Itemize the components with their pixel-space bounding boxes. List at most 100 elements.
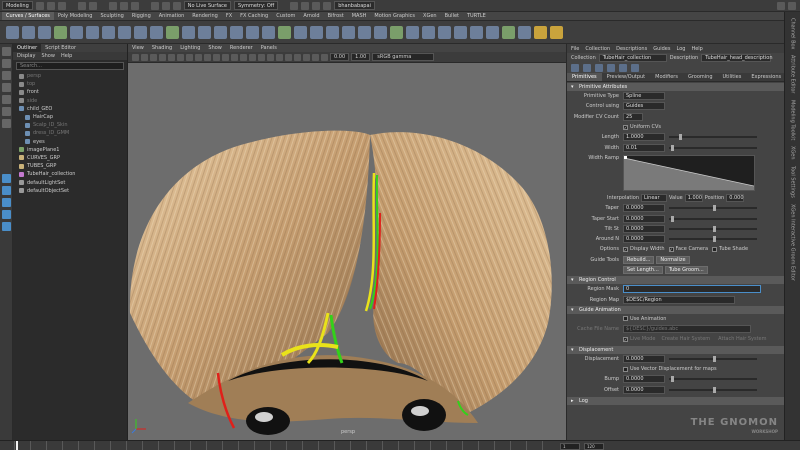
shelf-tab-turtle[interactable]: TURTLE <box>463 12 490 20</box>
cache-file-field[interactable]: ${DESC}/guides.abc <box>623 325 751 334</box>
outliner-item[interactable]: dress_ID_GMM <box>13 129 127 137</box>
align-surface-icon[interactable] <box>438 25 451 39</box>
section-displacement[interactable]: Displacement <box>567 345 784 354</box>
outliner-menu-display[interactable]: Display <box>17 53 35 59</box>
width-ramp-graph[interactable] <box>623 154 755 191</box>
xray-icon[interactable] <box>312 53 319 61</box>
live-mode-checkbox[interactable]: ✓ <box>623 336 628 342</box>
isolate-select-icon[interactable] <box>303 53 310 61</box>
shelf-tab-motion-graphics[interactable]: Motion Graphics <box>370 12 419 20</box>
shelf-tab-sculpting[interactable]: Sculpting <box>96 12 127 20</box>
outliner-item[interactable]: defaultLightSet <box>13 178 127 186</box>
move-tool-icon[interactable] <box>2 83 11 92</box>
outliner-search-input[interactable]: Search... <box>16 62 124 70</box>
trim-tool-icon[interactable] <box>502 25 515 39</box>
shelf-tab-mash[interactable]: MASH <box>348 12 371 20</box>
open-close-surface-icon[interactable] <box>454 25 467 39</box>
xgen-menu-guides[interactable]: Guides <box>653 46 670 52</box>
clear-preview-icon[interactable] <box>619 64 627 72</box>
add-primitive-icon[interactable] <box>583 64 591 72</box>
shelf-tab-arnold[interactable]: Arnold <box>299 12 323 20</box>
width-field[interactable]: 0.01 <box>623 143 665 152</box>
nurbs-cone-icon[interactable] <box>198 25 211 39</box>
extrude-icon[interactable] <box>294 25 307 39</box>
uniform-cvs-checkbox[interactable]: ✓ <box>623 124 628 130</box>
shelf-tab-animation[interactable]: Animation <box>155 12 189 20</box>
shelf-tab-custom[interactable]: Custom <box>272 12 299 20</box>
ambient-occlusion-icon[interactable] <box>276 53 283 61</box>
face-camera-checkbox[interactable]: ✓ <box>668 246 674 252</box>
set-length-button[interactable]: Set Length... <box>623 266 663 274</box>
side-tab-xgen-interactive-groom-editor[interactable]: XGen Interactive Groom Editor <box>790 204 796 281</box>
offset-slider[interactable] <box>669 386 757 393</box>
tab-preview-output[interactable]: Preview/Output <box>602 73 651 81</box>
offset-field[interactable]: 0.0000 <box>623 385 665 394</box>
side-tab-modeling-toolkit[interactable]: Modeling Toolkit <box>790 100 796 140</box>
workspace-icon[interactable] <box>777 1 785 10</box>
xgen-menu-log[interactable]: Log <box>677 46 686 52</box>
outliner-item[interactable]: child_GEO <box>13 105 127 113</box>
gate-mask-icon[interactable] <box>195 53 202 61</box>
nurbs-circle-icon[interactable] <box>6 25 19 39</box>
four-pane-layout-icon[interactable] <box>2 186 11 195</box>
xgen-menu-help[interactable]: Help <box>691 46 702 52</box>
shelf-tab-bullet[interactable]: Bullet <box>441 12 463 20</box>
new-scene-icon[interactable] <box>35 1 44 10</box>
field-chart-icon[interactable] <box>204 53 211 61</box>
outliner-item[interactable]: TubeHair_collection <box>13 170 127 178</box>
outliner-item[interactable]: HairCap <box>13 113 127 121</box>
tab-outliner[interactable]: Outliner <box>13 44 42 52</box>
menu-set-dropdown[interactable]: Modeling <box>2 1 33 10</box>
camera-attributes-icon[interactable] <box>141 53 148 61</box>
text-curve-icon[interactable] <box>118 25 131 39</box>
detach-surface-icon[interactable] <box>422 25 435 39</box>
around-field[interactable]: 0.0000 <box>623 235 665 244</box>
outliner-menu-help[interactable]: Help <box>61 53 72 59</box>
interpolation-dropdown[interactable]: Linear <box>641 193 667 202</box>
nurbs-plane-icon[interactable] <box>214 25 227 39</box>
width-slider[interactable] <box>669 144 757 151</box>
time-slider[interactable]: 1 120 <box>0 440 800 450</box>
shelf-tab-fx[interactable]: FX <box>222 12 236 20</box>
outliner-item[interactable]: TUBES_GRP <box>13 162 127 170</box>
nurbs-cylinder-icon[interactable] <box>182 25 195 39</box>
tilt-slider[interactable] <box>669 225 757 232</box>
modifier-cv-field[interactable]: 25 <box>623 112 643 121</box>
select-component-icon[interactable] <box>130 1 139 10</box>
tab-expressions[interactable]: Expressions <box>746 73 786 81</box>
viewport-menu-show[interactable]: Show <box>208 45 222 51</box>
nurbs-square-icon[interactable] <box>22 25 35 39</box>
xgen-menu-descriptions[interactable]: Descriptions <box>616 46 647 52</box>
textured-icon[interactable] <box>249 53 256 61</box>
viewport-canvas[interactable]: persp <box>128 63 566 440</box>
around-slider[interactable] <box>669 236 757 243</box>
motion-blur-icon[interactable] <box>285 53 292 61</box>
region-mask-field[interactable]: 0 <box>623 285 761 294</box>
exposure-field[interactable]: 0.00 <box>330 53 350 61</box>
section-log[interactable]: Log <box>567 396 784 405</box>
revolve-icon[interactable] <box>246 25 259 39</box>
intersect-surface-icon[interactable] <box>470 25 483 39</box>
insert-isoparm-icon[interactable] <box>374 25 387 39</box>
boundary-icon[interactable] <box>326 25 339 39</box>
normalize-button[interactable]: Normalize <box>656 255 690 264</box>
section-guide-animation[interactable]: Guide Animation <box>567 305 784 314</box>
outliner-item[interactable]: side <box>13 97 127 105</box>
section-primitive-attributes[interactable]: Primitive Attributes <box>567 83 784 91</box>
square-surface-icon[interactable] <box>342 25 355 39</box>
safe-action-icon[interactable] <box>213 53 220 61</box>
sweep-mesh-icon[interactable] <box>134 25 147 39</box>
select-object-icon[interactable] <box>119 1 128 10</box>
select-tool-icon[interactable] <box>2 47 11 56</box>
shadows-icon[interactable] <box>267 53 274 61</box>
gamma-field[interactable]: 1.00 <box>351 53 371 61</box>
nurbs-cube-icon[interactable] <box>166 25 179 39</box>
tab-utilities[interactable]: Utilities <box>718 73 747 81</box>
preview-icon[interactable] <box>607 64 615 72</box>
stitch-icon[interactable] <box>550 25 563 39</box>
image-plane-icon[interactable] <box>159 53 166 61</box>
length-field[interactable]: 1.0000 <box>623 133 665 142</box>
auto-update-icon[interactable] <box>631 64 639 72</box>
last-tool-icon[interactable] <box>2 119 11 128</box>
render-icon[interactable] <box>290 1 299 10</box>
